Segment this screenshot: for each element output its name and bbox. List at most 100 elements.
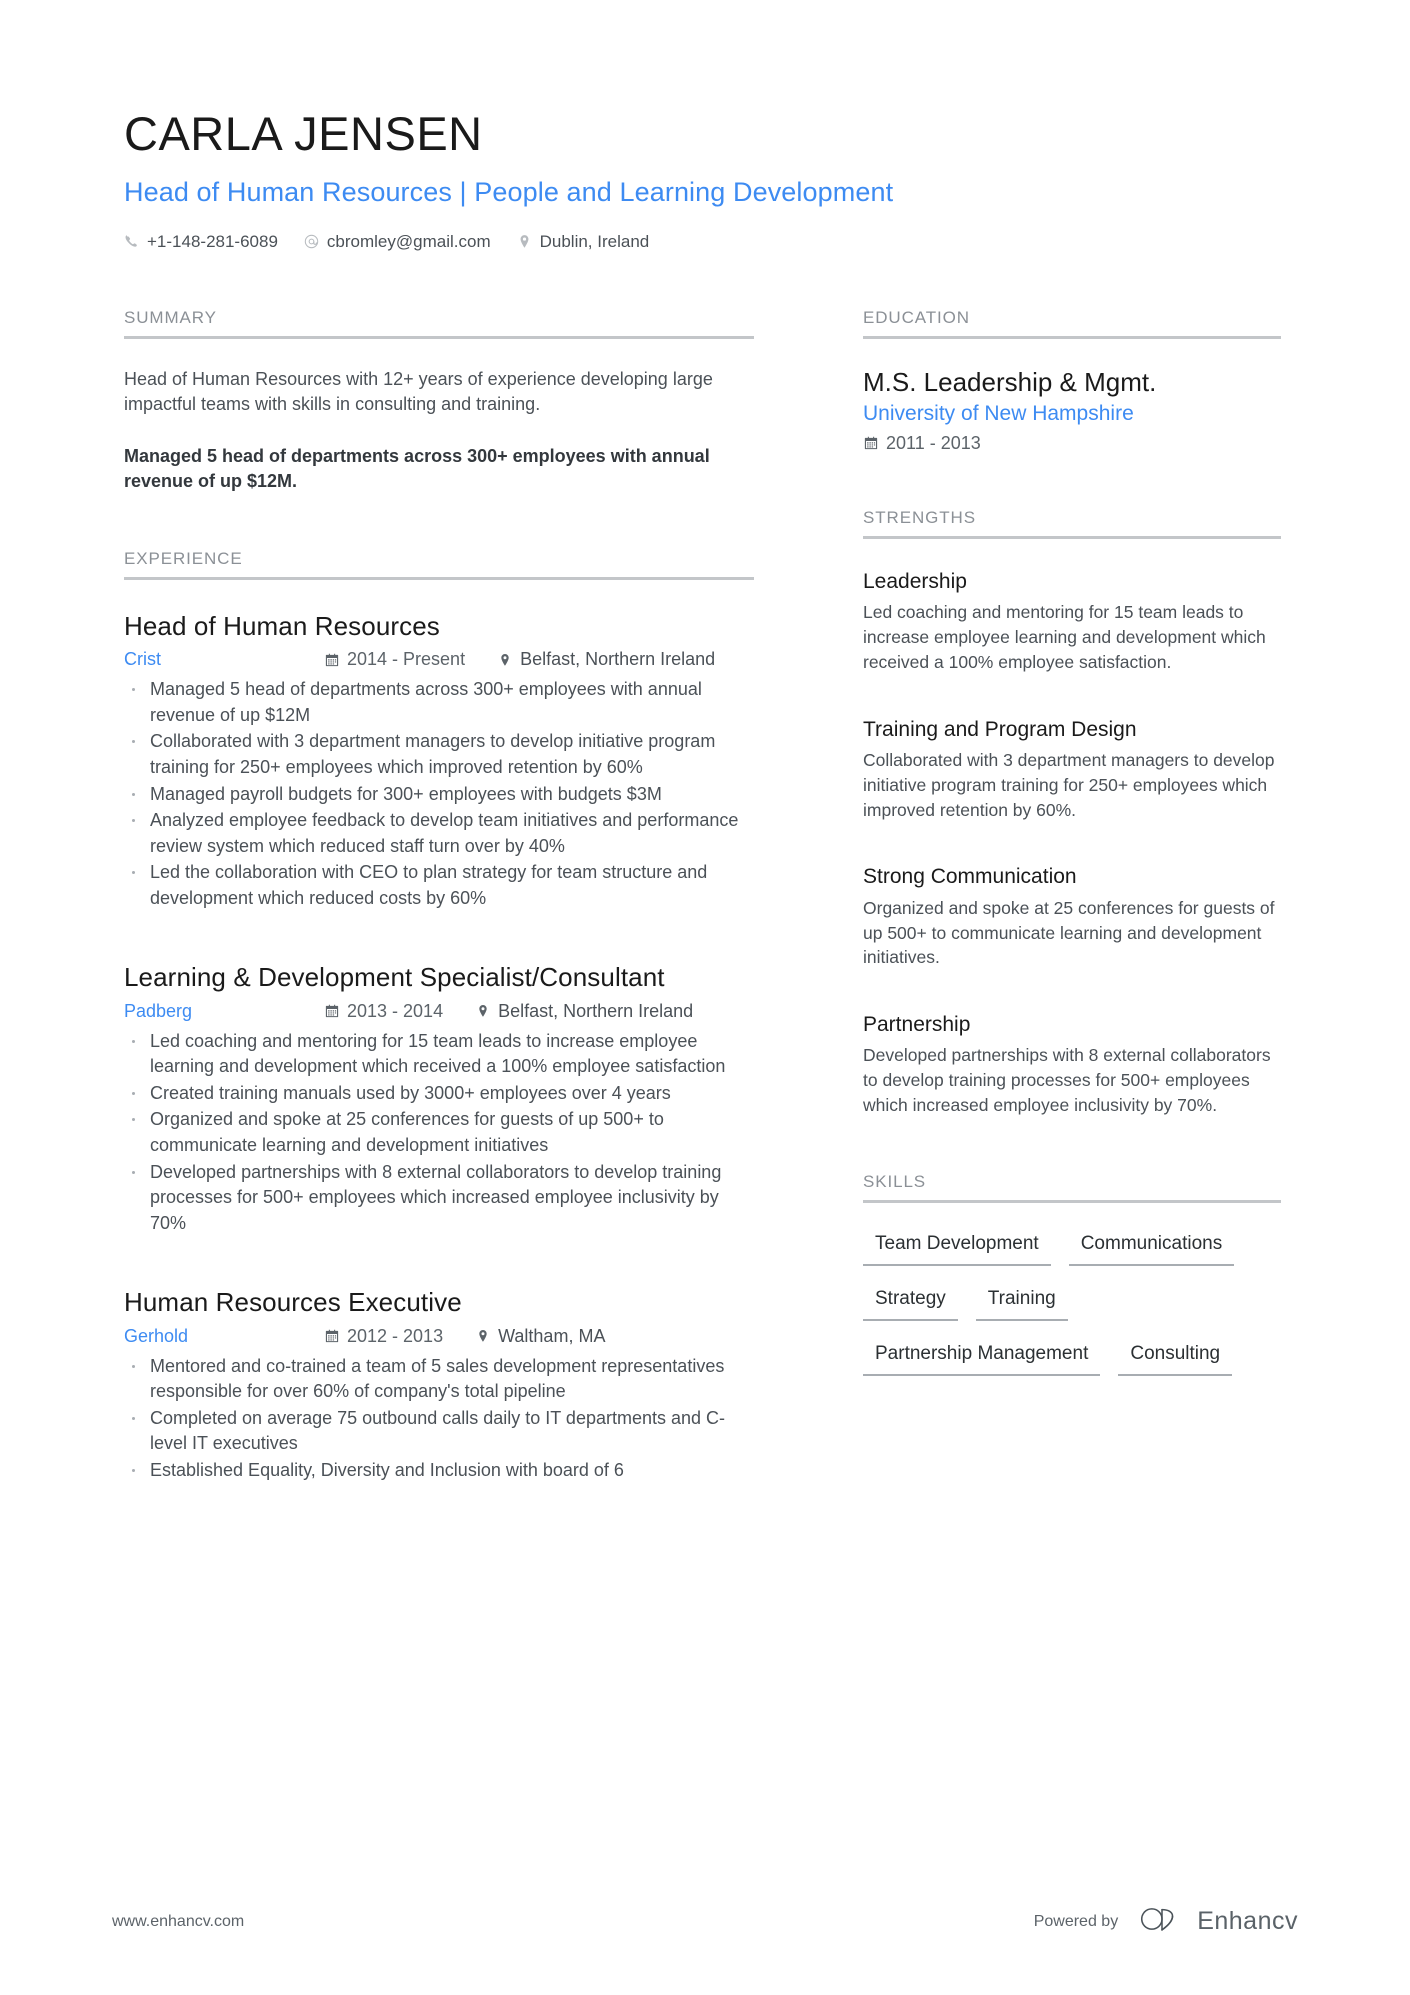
job-location: Belfast, Northern Ireland (497, 649, 715, 670)
job-bullet: Created training manuals used by 3000+ e… (124, 1081, 754, 1107)
job-location: Waltham, MA (475, 1326, 605, 1347)
contact-email[interactable]: cbromley@gmail.com (304, 232, 491, 252)
skill-tag[interactable]: Communications (1068, 1229, 1235, 1266)
job-meta: Padberg 2013 - 2014 Belfast, Northern Ir… (124, 1001, 754, 1022)
strengths-section: STRENGTHS Leadership Led coaching and me… (863, 508, 1281, 1118)
skill-tag[interactable]: Team Development (863, 1229, 1051, 1266)
summary-section: SUMMARY Head of Human Resources with 12+… (124, 308, 754, 495)
skill-tag[interactable]: Strategy (863, 1284, 958, 1321)
page-footer: www.enhancv.com Powered by Enhancv (112, 1906, 1298, 1937)
location-icon (497, 652, 512, 667)
strength-name: Training and Program Design (863, 717, 1137, 741)
job-location: Belfast, Northern Ireland (475, 1001, 693, 1022)
job-bullet: Analyzed employee feedback to develop te… (124, 808, 754, 859)
column-gutter (754, 308, 863, 1485)
experience-item: Head of Human Resources Crist 2014 - Pre… (124, 610, 754, 911)
education-school[interactable]: University of New Hampshire (863, 402, 1281, 426)
location-icon (475, 1004, 490, 1019)
job-dates-value: 2012 - 2013 (347, 1325, 444, 1346)
right-column: EDUCATION M.S. Leadership & Mgmt. Univer… (863, 308, 1281, 1485)
education-dates: 2011 - 2013 (863, 433, 1281, 454)
enhancv-mark-icon (1140, 1906, 1184, 1937)
skills-section-title: SKILLS (863, 1172, 1281, 1203)
job-bullet: Led coaching and mentoring for 15 team l… (124, 1029, 754, 1080)
job-bullet: Completed on average 75 outbound calls d… (124, 1406, 754, 1457)
calendar-icon (863, 436, 878, 451)
resume-body: SUMMARY Head of Human Resources with 12+… (124, 308, 1286, 1485)
experience-section: EXPERIENCE Head of Human Resources Crist (124, 549, 754, 1484)
contact-phone[interactable]: +1-148-281-6089 (124, 232, 278, 252)
skill-tag[interactable]: Consulting (1118, 1339, 1233, 1376)
job-dates-value: 2013 - 2014 (347, 1000, 444, 1021)
resume-page: CARLA JENSEN Head of Human Resources | P… (0, 0, 1410, 1995)
candidate-headline: Head of Human Resources | People and Lea… (124, 176, 894, 207)
job-company[interactable]: Crist (124, 649, 324, 670)
calendar-icon (324, 1329, 339, 1344)
phone-icon (124, 234, 139, 249)
job-company[interactable]: Padberg (124, 1001, 324, 1022)
job-bullet: Mentored and co-trained a team of 5 sale… (124, 1354, 754, 1405)
footer-brand-area: Powered by Enhancv (1034, 1906, 1298, 1937)
strengths-section-title: STRENGTHS (863, 508, 1281, 539)
job-bullets: Managed 5 head of departments across 300… (124, 677, 754, 911)
footer-powered-by: Powered by (1033, 1912, 1119, 1930)
strength-name: Strong Communication (863, 865, 1077, 889)
job-meta: Gerhold 2012 - 2013 Waltham, MA (124, 1326, 754, 1347)
strength-description: Collaborated with 3 department managers … (863, 749, 1275, 820)
job-bullet: Collaborated with 3 department managers … (124, 729, 754, 780)
location-icon (475, 1329, 490, 1344)
job-location-value: Belfast, Northern Ireland (520, 649, 716, 670)
candidate-name: CARLA JENSEN (124, 107, 483, 160)
location-icon (517, 234, 532, 249)
email-icon (304, 234, 319, 249)
strength-item: Training and Program Design Collaborated… (863, 717, 1281, 823)
skill-tag[interactable]: Partnership Management (863, 1339, 1101, 1376)
footer-website[interactable]: www.enhancv.com (112, 1913, 244, 1931)
strength-description: Developed partnerships with 8 external c… (863, 1045, 1271, 1116)
calendar-icon (324, 1004, 339, 1019)
job-dates: 2012 - 2013 (324, 1326, 443, 1347)
calendar-icon (324, 652, 339, 667)
job-dates-value: 2014 - Present (347, 649, 466, 670)
job-bullet: Developed partnerships with 8 external c… (124, 1160, 754, 1237)
contact-location[interactable]: Dublin, Ireland (517, 231, 650, 252)
strength-description: Organized and spoke at 25 conferences fo… (863, 897, 1275, 968)
job-bullet: Managed payroll budgets for 300+ employe… (124, 782, 754, 808)
contact-location-value: Dublin, Ireland (539, 231, 650, 251)
job-bullet: Led the collaboration with CEO to plan s… (124, 860, 754, 911)
education-dates-value: 2011 - 2013 (886, 432, 981, 453)
job-bullet: Managed 5 head of departments across 300… (124, 677, 754, 728)
enhancv-wordmark: Enhancv (1197, 1907, 1298, 1935)
summary-paragraph: Head of Human Resources with 12+ years o… (124, 368, 713, 415)
experience-item: Human Resources Executive Gerhold 2012 -… (124, 1286, 754, 1483)
enhancv-logo: Enhancv (1140, 1906, 1298, 1937)
job-dates: 2013 - 2014 (324, 1001, 443, 1022)
strength-item: Leadership Led coaching and mentoring fo… (863, 569, 1281, 675)
education-degree: M.S. Leadership & Mgmt. (863, 366, 1157, 397)
job-location-value: Belfast, Northern Ireland (498, 1000, 694, 1021)
resume-header: CARLA JENSEN Head of Human Resources | P… (124, 108, 1286, 252)
job-bullets: Led coaching and mentoring for 15 team l… (124, 1029, 754, 1236)
strength-name: Leadership (863, 569, 967, 593)
job-bullets: Mentored and co-trained a team of 5 sale… (124, 1354, 754, 1484)
job-title: Learning & Development Specialist/Consul… (124, 962, 665, 993)
summary-highlight: Managed 5 head of departments across 300… (124, 445, 710, 492)
left-column: SUMMARY Head of Human Resources with 12+… (124, 308, 754, 1485)
contact-phone-value: +1-148-281-6089 (147, 231, 278, 251)
job-bullet: Organized and spoke at 25 conferences fo… (124, 1107, 754, 1158)
job-meta: Crist 2014 - Present Belfast, Northern I… (124, 649, 754, 670)
education-item: M.S. Leadership & Mgmt. University of Ne… (863, 367, 1281, 454)
job-location-value: Waltham, MA (498, 1325, 606, 1346)
summary-section-title: SUMMARY (124, 308, 754, 339)
job-title: Head of Human Resources (124, 610, 440, 641)
strength-description: Led coaching and mentoring for 15 team l… (863, 602, 1266, 672)
skill-tag[interactable]: Training (975, 1284, 1068, 1321)
strength-name: Partnership (863, 1013, 971, 1037)
job-title: Human Resources Executive (124, 1287, 462, 1318)
strength-item: Strong Communication Organized and spoke… (863, 864, 1281, 970)
strength-item: Partnership Developed partnerships with … (863, 1012, 1281, 1118)
job-company[interactable]: Gerhold (124, 1326, 324, 1347)
contact-email-value: cbromley@gmail.com (326, 231, 491, 251)
education-section-title: EDUCATION (863, 308, 1281, 339)
contact-row: +1-148-281-6089 cbromley@gmail.com Dubli… (124, 232, 1286, 252)
